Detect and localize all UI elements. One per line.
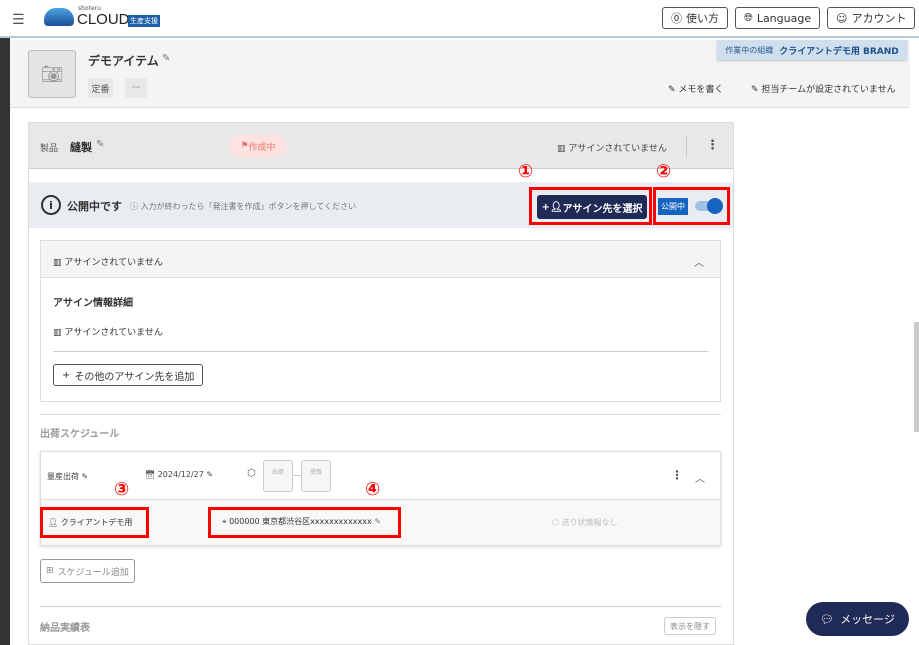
product-label: 製品 [40, 144, 59, 154]
menu-icon[interactable]: ☰ [12, 12, 25, 28]
publish-title: 公開中です [67, 200, 122, 213]
schedule-type-label: 量産出荷 [47, 472, 79, 481]
chat-icon: 💬︎ [820, 612, 835, 626]
select-assignee-button[interactable]: +👤︎ アサイン先を選択 [537, 195, 647, 219]
scrollbar[interactable] [914, 322, 919, 432]
edit-product-icon[interactable]: ✎ [96, 139, 104, 150]
tracking-label: 送り状情報なし [561, 518, 618, 527]
assign-status-label: アサインされていません [568, 144, 667, 154]
publish-toggle[interactable] [695, 198, 723, 214]
item-photo[interactable]: 📷︎ [28, 50, 76, 98]
item-tag[interactable]: 定番 [88, 78, 113, 98]
help-label: 使い方 [686, 12, 719, 25]
edit-icon[interactable]: ✎ [374, 517, 381, 526]
cloud-logo-icon [44, 8, 74, 26]
publish-hint-text: 入力が終わったら「発注書を作成」ボタンを押してください [140, 202, 357, 211]
annotation-1: ① [518, 161, 534, 182]
hide-delivery-button[interactable]: 表示を隠す [664, 617, 716, 635]
chevron-up-icon[interactable]: ︿ [694, 254, 704, 269]
item-title: デモアイテム [88, 54, 159, 68]
assign-detail: ▥ アサインされていません [53, 328, 163, 338]
assign-detail-value: アサインされていません [64, 328, 163, 338]
product-name: 縫製 [70, 141, 92, 154]
divider [40, 606, 721, 607]
schedule-title: 出荷スケジュール [40, 429, 120, 440]
plus-icon: + [62, 369, 71, 381]
assign-header-label: アサインされていません [64, 258, 163, 268]
location-pin-icon: ⌖ [222, 517, 227, 526]
address-label: 000000 東京都渋谷区xxxxxxxxxxxxx [229, 517, 372, 526]
person-icon: 👤︎ [48, 518, 59, 527]
more-vert-icon[interactable]: ⋮ [706, 138, 719, 153]
info-icon: i [41, 195, 61, 215]
org-label: 作業中の組織 [725, 45, 774, 55]
divider [40, 414, 721, 415]
annotation-3: ③ [114, 479, 130, 500]
client: 👤︎ クライアントデモ用 [48, 517, 132, 528]
more-vert-icon[interactable]: ⋮ [671, 468, 683, 482]
logo-badge: 生産支援 [128, 15, 160, 27]
status-label: 作成中 [248, 142, 276, 153]
help-icon: ⓪ [671, 12, 682, 25]
message-button[interactable]: 💬︎ メッセージ [806, 602, 909, 636]
assign-status: ▥ アサインされていません [557, 144, 667, 154]
package-icon: ⬡ [247, 468, 256, 479]
edit-icon[interactable]: ✎ [206, 470, 213, 479]
memo-label: メモを書く [678, 85, 724, 95]
edit-title-icon[interactable]: ✎ [162, 53, 170, 64]
step-connector [293, 475, 301, 476]
publish-hint: ⓘ 入力が終わったら「発注書を作成」ボタンを押してください [130, 202, 357, 211]
account-icon: ☺ [836, 11, 848, 25]
language-button[interactable]: 🌐︎ Language [735, 7, 821, 29]
add-schedule-label: スケジュール追加 [57, 567, 129, 578]
chevron-up-icon[interactable]: ︿ [695, 470, 705, 485]
message-label: メッセージ [840, 613, 895, 626]
delivery-title: 納品実績表 [40, 623, 90, 634]
step-ship: 出荷 [263, 460, 293, 492]
client-label: クライアントデモ用 [60, 518, 133, 527]
divider [686, 135, 687, 157]
publish-toggle-label: 公開中 [658, 198, 688, 215]
account-label: アカウント [851, 12, 907, 25]
camera-icon: 📷︎ [40, 63, 64, 85]
account-button[interactable]: ☺ アカウント [827, 7, 916, 29]
globe-icon: 🌐︎ [744, 11, 753, 24]
annotation-2: ② [656, 161, 672, 182]
assign-detail-title: アサイン情報詳細 [53, 298, 133, 309]
more-tags-button[interactable]: ··· [125, 78, 147, 98]
current-org: 作業中の組織 クライアントデモ用 BRAND [717, 40, 907, 60]
assign-header: ▥ アサインされていません [53, 258, 163, 268]
team-button[interactable]: ✎ 担当チームが設定されていません [751, 82, 896, 95]
schedule-date: 📅︎ 2024/12/27 ✎ [145, 470, 213, 479]
left-sidebar-strip [0, 38, 10, 645]
logo-text: CLOUD [77, 11, 130, 28]
org-name: クライアントデモ用 BRAND [779, 46, 899, 57]
annotation-4: ④ [365, 479, 381, 500]
add-box-icon: ⊞ [46, 566, 54, 576]
step-receive: 受取 [301, 460, 331, 492]
address: ⌖ 000000 東京都渋谷区xxxxxxxxxxxxx ✎ [222, 516, 381, 527]
memo-button[interactable]: ✎ メモを書く [668, 82, 723, 95]
tracking: ⬡ 送り状情報なし [552, 517, 618, 528]
edit-icon[interactable]: ✎ [82, 472, 89, 481]
team-label: 担当チームが設定されていません [761, 85, 896, 95]
add-assignee-button[interactable]: + その他のアサイン先を追加 [53, 364, 204, 386]
add-schedule-button[interactable]: ⊞ スケジュール追加 [40, 559, 135, 583]
add-user-icon: +👤︎ [541, 201, 563, 213]
status-badge: ⚑ 作成中 [229, 135, 287, 157]
schedule-type: 量産出荷 ✎ [47, 471, 88, 482]
language-label: Language [756, 11, 812, 25]
add-assignee-label: その他のアサイン先を追加 [74, 371, 195, 383]
help-button[interactable]: ⓪ 使い方 [662, 7, 728, 29]
package-icon: ⬡ [552, 518, 559, 527]
divider [53, 351, 708, 352]
select-assignee-label: アサイン先を選択 [562, 203, 643, 215]
schedule-date-label: 2024/12/27 [157, 470, 204, 479]
calendar-icon: 📅︎ [145, 470, 156, 479]
